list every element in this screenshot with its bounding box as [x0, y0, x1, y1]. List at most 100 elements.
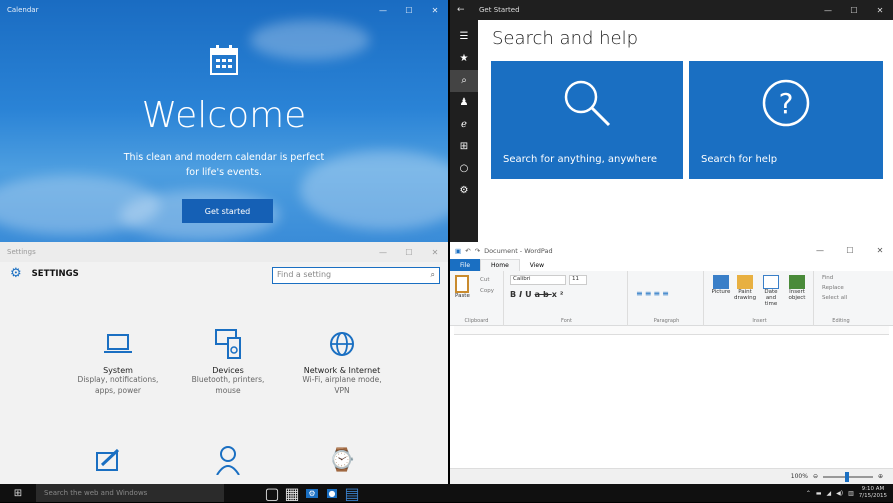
save-icon[interactable]: ▣	[455, 247, 461, 255]
redo-icon[interactable]: ↷	[475, 247, 480, 255]
clock[interactable]: 9:10 AM 7/15/2015	[859, 486, 887, 500]
search-anything-tile[interactable]: Search for anything, anywhere	[491, 61, 683, 179]
zoom-in-button[interactable]: ⊕	[878, 473, 883, 480]
align-icons[interactable]: ≡≡≡≡	[636, 289, 671, 298]
wordpad-titlebar: ▣ ↶ ↷ Document - WordPad — ☐ ✕	[450, 242, 893, 259]
calendar-app-icon[interactable]: ▦	[282, 484, 302, 503]
category-system[interactable]: System Display, notifications, apps, pow…	[58, 326, 178, 396]
undo-icon[interactable]: ↶	[465, 247, 470, 255]
chevron-up-icon[interactable]: ⌃	[806, 490, 811, 497]
object-icon	[789, 275, 805, 289]
group-label: Paragraph	[653, 318, 680, 324]
category-devices[interactable]: Devices Bluetooth, printers, mouse	[168, 326, 288, 396]
maximize-button[interactable]: ☐	[396, 248, 422, 257]
get-started-app-icon[interactable]: ●	[322, 484, 342, 502]
paint-button[interactable]: Paint drawing	[734, 275, 756, 301]
calendar-titlebar: Calendar — ☐ ✕	[0, 0, 448, 20]
replace-button[interactable]: Replace	[822, 285, 844, 291]
category-network[interactable]: Network & Internet Wi-Fi, airplane mode,…	[282, 326, 402, 396]
laptop-icon	[104, 334, 132, 353]
search-help-tile[interactable]: ? Search for help	[689, 61, 883, 179]
cut-button[interactable]: Cut	[480, 277, 489, 283]
format-buttons[interactable]: BIUabx²	[510, 290, 566, 299]
personalization-icon	[96, 448, 120, 471]
cortana-icon[interactable]: ○	[450, 158, 478, 180]
picture-button[interactable]: Picture	[710, 275, 732, 295]
maximize-button[interactable]: ☐	[837, 246, 863, 255]
select-all-button[interactable]: Select all	[822, 295, 847, 301]
settings-titlebar: Settings — ☐ ✕	[0, 242, 448, 262]
menu-icon[interactable]: ☰	[450, 26, 478, 48]
keyboard-icon[interactable]: ▥	[848, 490, 854, 497]
group-label: Editing	[832, 318, 850, 324]
battery-icon[interactable]: ▬	[816, 490, 822, 497]
search-icon[interactable]: ⌕	[450, 70, 478, 92]
ribbon: Paste Cut Copy Clipboard Calibri 11 BIUa…	[450, 271, 893, 326]
time-language-icon: ⌚	[328, 447, 356, 473]
star-icon[interactable]: ★	[450, 48, 478, 70]
edge-icon[interactable]: ℯ	[450, 114, 478, 136]
svg-text:?: ?	[779, 87, 794, 120]
object-button[interactable]: Insert object	[786, 275, 808, 301]
close-button[interactable]: ✕	[422, 6, 448, 15]
calendar-window: Calendar — ☐ ✕ Welcome This clean and mo…	[0, 0, 448, 242]
minimize-button[interactable]: —	[370, 248, 396, 257]
editing-group: Find Replace Select all Editing	[816, 271, 866, 326]
find-button[interactable]: Find	[822, 275, 833, 281]
paste-label: Paste	[455, 293, 470, 299]
zoom-slider-thumb[interactable]	[844, 471, 849, 482]
back-arrow-icon[interactable]: ←	[457, 5, 479, 15]
minimize-button[interactable]: —	[370, 6, 396, 15]
category-accounts[interactable]	[168, 442, 288, 478]
people-icon[interactable]: ♟	[450, 92, 478, 114]
font-size-select[interactable]: 11	[569, 275, 587, 285]
settings-app-icon[interactable]: ⚙	[302, 484, 322, 502]
taskbar-search-input[interactable]: Search the web and Windows	[36, 484, 224, 502]
category-time-language[interactable]: ⌚	[282, 442, 402, 478]
maximize-button[interactable]: ☐	[396, 6, 422, 15]
category-name: Network & Internet	[303, 366, 381, 375]
zoom-slider[interactable]	[822, 471, 873, 482]
datetime-button[interactable]: Date and time	[760, 275, 782, 307]
close-button[interactable]: ✕	[867, 246, 893, 255]
task-view-icon[interactable]: ▢	[262, 484, 282, 503]
close-button[interactable]: ✕	[867, 6, 893, 15]
maximize-button[interactable]: ☐	[841, 6, 867, 15]
document-area[interactable]	[450, 336, 893, 468]
wordpad-title: Document - WordPad	[484, 246, 553, 255]
get-started-window: ← Get Started — ☐ ✕ ☰ ★ ⌕ ♟ ℯ ⊞ ○ ⚙ Sear…	[450, 0, 893, 242]
category-desc: apps, power	[95, 385, 141, 395]
copy-button[interactable]: Copy	[480, 288, 494, 294]
minimize-button[interactable]: —	[815, 6, 841, 15]
font-group: Calibri 11 BIUabx² Font	[506, 271, 628, 326]
zoom-out-button[interactable]: ⊖	[813, 473, 818, 480]
windows-icon[interactable]: ⊞	[450, 136, 478, 158]
tab-view[interactable]: View	[520, 259, 554, 271]
group-label: Font	[561, 318, 572, 324]
paste-button[interactable]: Paste	[455, 275, 470, 299]
question-circle-icon: ?	[762, 79, 810, 127]
status-bar: 100% ⊖ ⊕	[450, 468, 893, 484]
category-name: System	[103, 366, 133, 375]
font-name-select[interactable]: Calibri	[510, 275, 566, 285]
category-personalization[interactable]	[48, 442, 168, 478]
settings-window: Settings — ☐ ✕ ⚙ SETTINGS Find a setting…	[0, 242, 448, 484]
tab-file[interactable]: File	[450, 259, 481, 271]
paste-icon	[455, 275, 469, 293]
group-label: Clipboard	[464, 318, 489, 324]
start-button[interactable]: ⊞	[0, 484, 36, 502]
picture-label: Picture	[711, 289, 731, 295]
ruler	[454, 326, 889, 335]
minimize-button[interactable]: —	[807, 246, 833, 255]
find-setting-input[interactable]: Find a setting ⌕	[272, 267, 440, 284]
volume-icon[interactable]: ◀)	[836, 490, 843, 497]
calendar-icon	[210, 45, 238, 75]
tab-home[interactable]: Home	[480, 259, 520, 271]
category-desc: Bluetooth, printers,	[191, 375, 265, 384]
get-started-button[interactable]: Get started	[182, 199, 273, 223]
network-icon[interactable]: ◢	[827, 490, 832, 497]
wordpad-app-icon[interactable]: ▤	[342, 484, 362, 503]
close-button[interactable]: ✕	[422, 248, 448, 257]
gear-icon[interactable]: ⚙	[450, 180, 478, 202]
zoom-level: 100%	[790, 473, 808, 480]
